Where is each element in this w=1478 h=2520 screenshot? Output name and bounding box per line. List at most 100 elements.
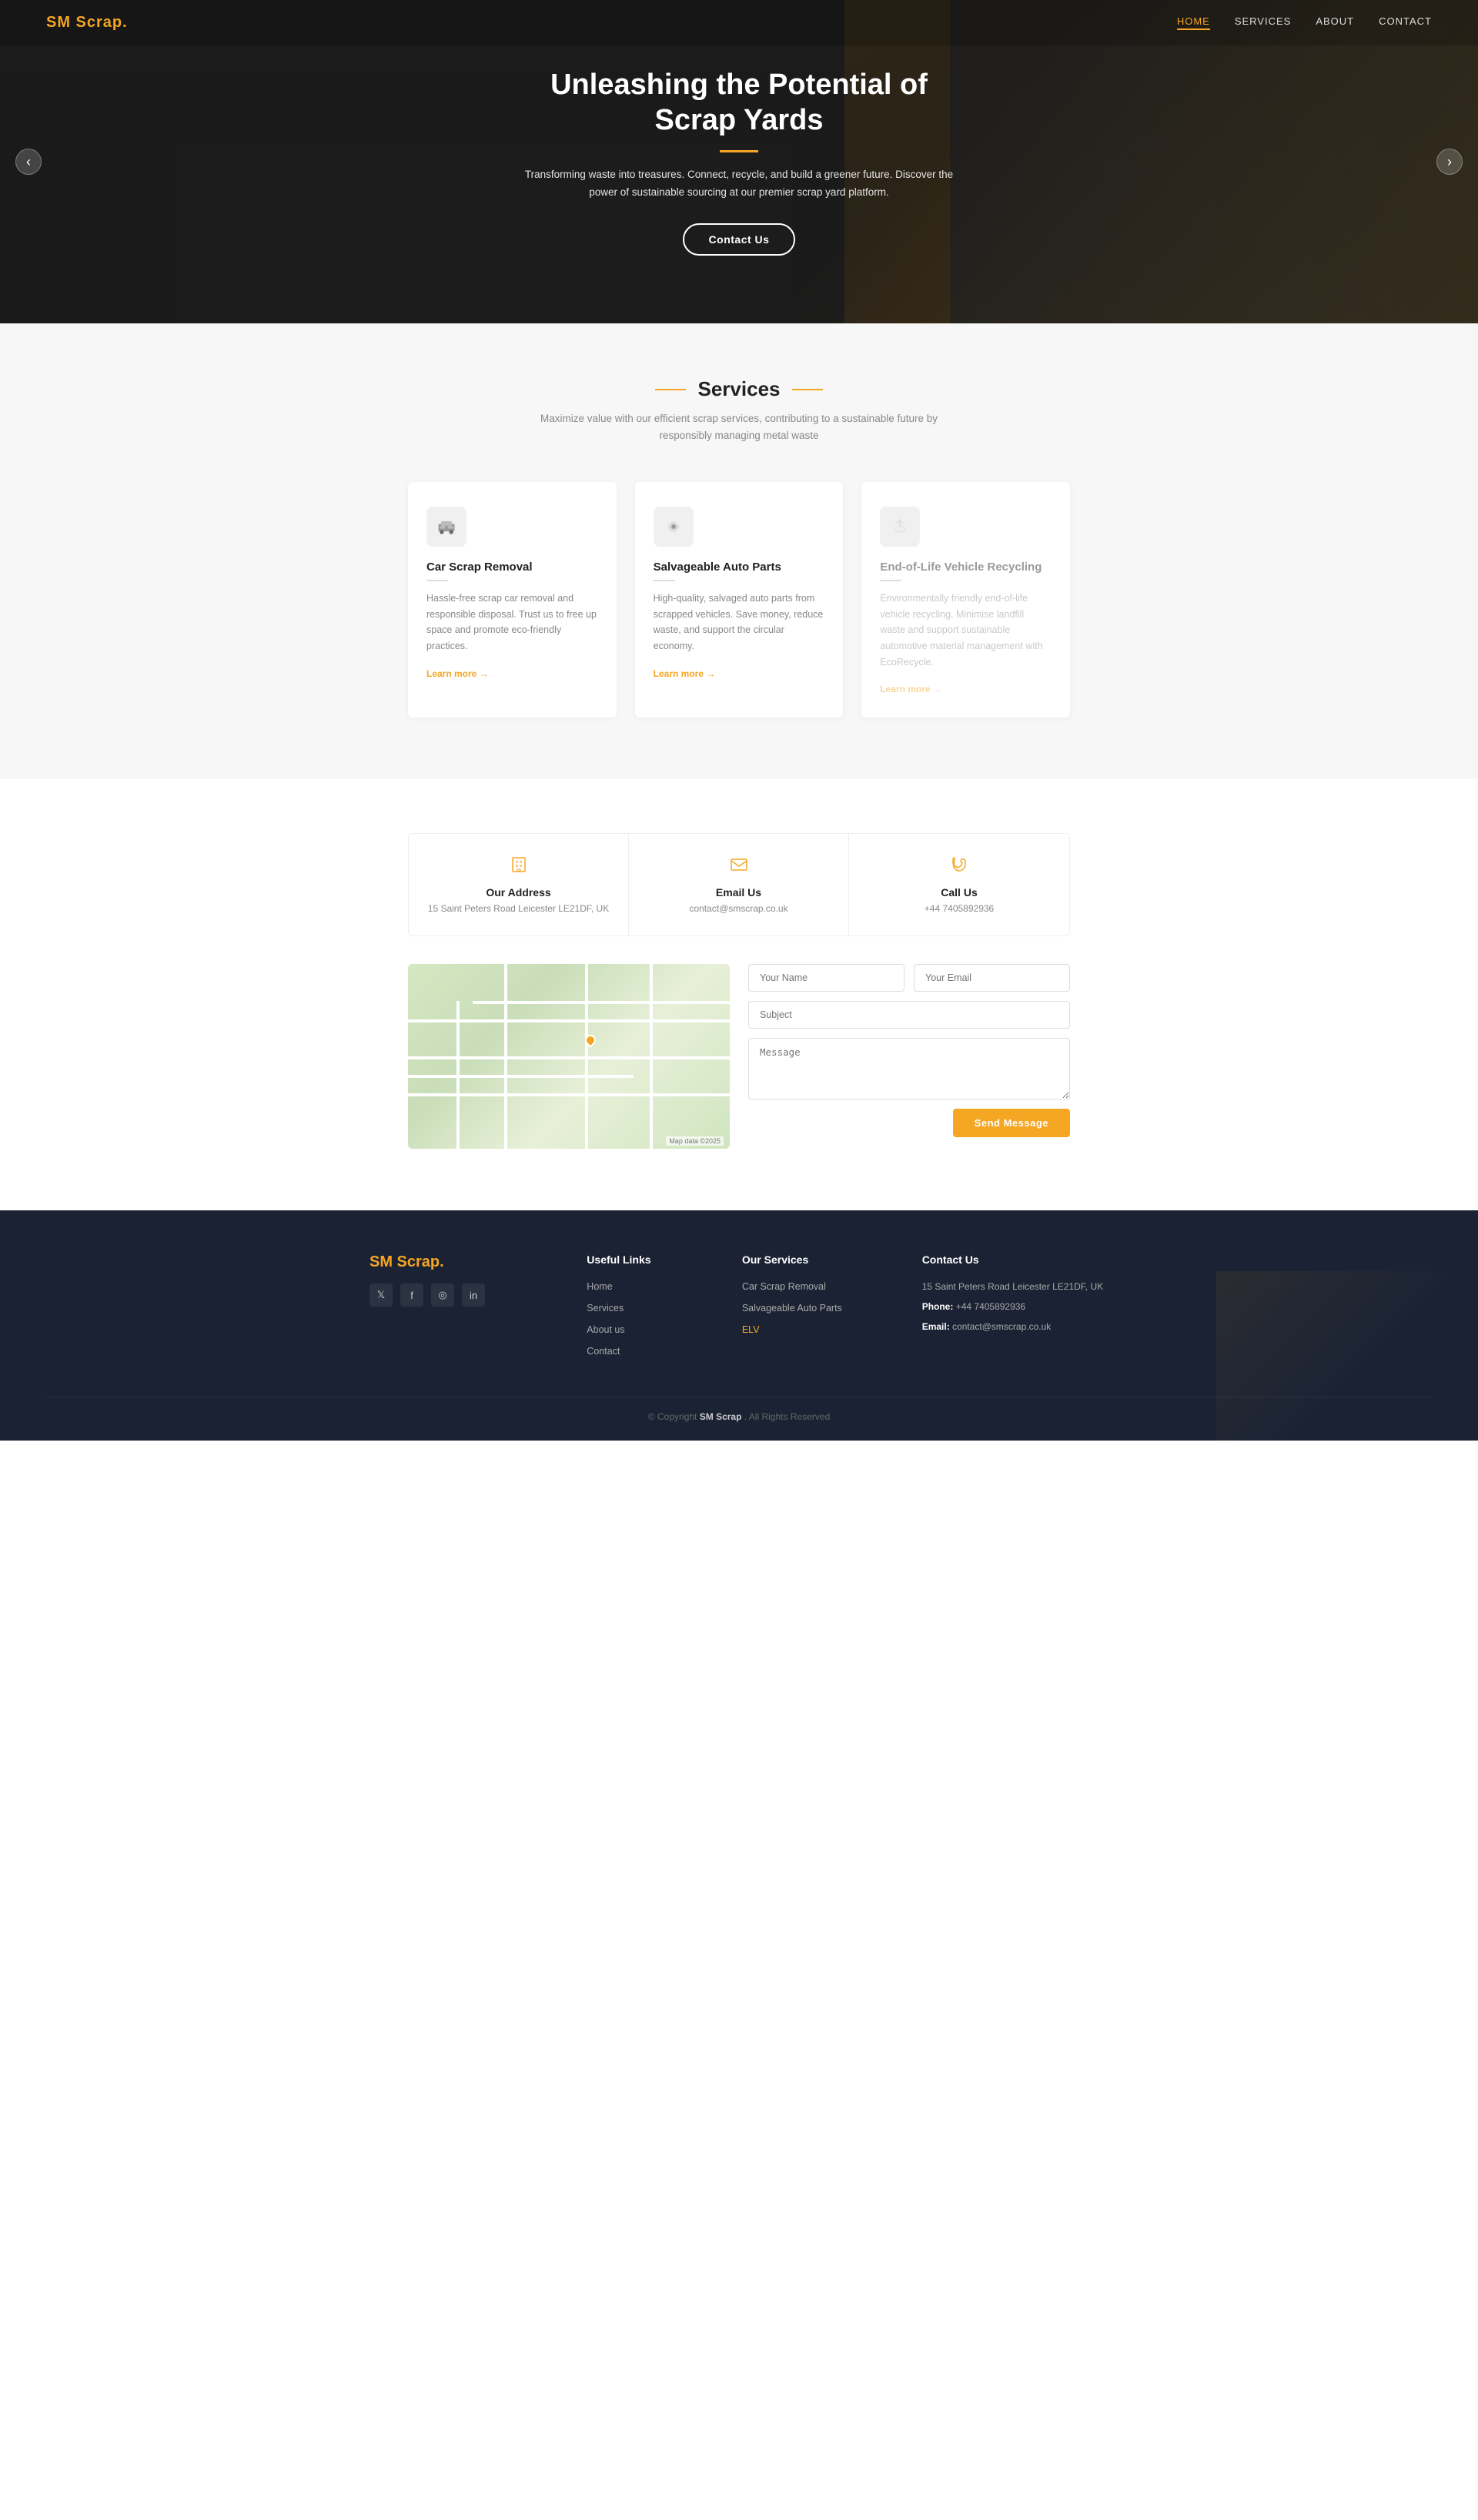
footer-service-auto-parts[interactable]: Salvageable Auto Parts [742, 1303, 842, 1314]
nav-link-contact[interactable]: CONTACT [1379, 15, 1432, 30]
footer-bottom: © Copyright SM Scrap . All Rights Reserv… [46, 1397, 1432, 1422]
contact-main-row: Map data ©2025 Send Message [408, 964, 1070, 1149]
footer-link-contact[interactable]: Contact [587, 1346, 620, 1357]
footer-phone-value: +44 7405892936 [956, 1301, 1025, 1312]
services-subtitle: Maximize value with our efficient scrap … [539, 410, 939, 443]
service-card-desc-1: Hassle-free scrap car removal and respon… [426, 591, 598, 654]
hero-content: Unleashing the Potential of Scrap Yards … [508, 68, 970, 256]
footer: SM Scrap. 𝕏 f ◎ in Useful Links Home Ser… [0, 1210, 1478, 1441]
map-attribution: Map data ©2025 [666, 1136, 724, 1146]
service-card-title-1: Car Scrap Removal [426, 561, 598, 574]
service-learn-more-2[interactable]: Learn more → [654, 668, 716, 679]
footer-copyright: © Copyright [648, 1411, 697, 1422]
footer-email-value: contact@smscrap.co.uk [952, 1321, 1051, 1332]
navbar: SM Scrap. HOME SERVICES ABOUT CONTACT [0, 0, 1478, 45]
service-card-car-scrap: Car Scrap Removal Hassle-free scrap car … [408, 482, 617, 718]
footer-contact-phone: Phone: +44 7405892936 [922, 1300, 1108, 1314]
hero-subtitle: Transforming waste into treasures. Conne… [523, 166, 955, 202]
contact-phone-title: Call Us [864, 886, 1054, 899]
footer-logo-text: SM Scrap. [370, 1253, 444, 1270]
hero-next-button[interactable]: › [1436, 149, 1463, 175]
contact-email-title: Email Us [644, 886, 833, 899]
footer-linkedin-icon[interactable]: in [462, 1283, 485, 1307]
footer-useful-links-col: Useful Links Home Services About us Cont… [587, 1253, 711, 1366]
footer-services-list: Car Scrap Removal Salvageable Auto Parts… [742, 1280, 891, 1337]
footer-phone-label: Phone: [922, 1301, 954, 1312]
service-card-title-2: Salvageable Auto Parts [654, 561, 825, 574]
navbar-logo-text: SM Scrap. [46, 14, 128, 31]
service-card-title-3: End-of-Life Vehicle Recycling [880, 561, 1052, 574]
gear-icon [663, 516, 684, 537]
map-placeholder: Map data ©2025 [408, 964, 730, 1149]
service-icon-gear [654, 507, 694, 547]
footer-copyright-suffix: . All Rights Reserved [744, 1411, 830, 1422]
contact-card-address: Our Address 15 Saint Peters Road Leicest… [409, 834, 629, 935]
footer-services-title: Our Services [742, 1253, 891, 1266]
hero-cta-button[interactable]: Contact Us [683, 223, 796, 256]
contact-info-row: Our Address 15 Saint Peters Road Leicest… [408, 833, 1070, 936]
footer-socials: 𝕏 f ◎ in [370, 1283, 556, 1307]
car-icon [436, 516, 457, 537]
hero-title: Unleashing the Potential of Scrap Yards [523, 68, 955, 138]
footer-contact-address: 15 Saint Peters Road Leicester LE21DF, U… [922, 1280, 1108, 1293]
hero-prev-button[interactable]: ‹ [15, 149, 42, 175]
services-title-line-right [792, 389, 823, 390]
service-icon-recycle [880, 507, 920, 547]
hero-prev-icon: ‹ [26, 154, 31, 170]
footer-logo: SM Scrap. [370, 1253, 556, 1271]
contact-email-input[interactable] [914, 964, 1070, 992]
services-section: Services Maximize value with our efficie… [0, 323, 1478, 779]
footer-twitter-icon[interactable]: 𝕏 [370, 1283, 393, 1307]
contact-phone-value: +44 7405892936 [864, 903, 1054, 914]
contact-address-value: 15 Saint Peters Road Leicester LE21DF, U… [424, 903, 613, 914]
nav-link-about[interactable]: ABOUT [1316, 15, 1354, 30]
service-card-auto-parts: Salvageable Auto Parts High-quality, sal… [635, 482, 844, 718]
footer-service-car-scrap[interactable]: Car Scrap Removal [742, 1281, 826, 1292]
services-title-line-left [655, 389, 686, 390]
footer-link-home[interactable]: Home [587, 1281, 612, 1292]
service-card-desc-2: High-quality, salvaged auto parts from s… [654, 591, 825, 654]
services-title: Services [698, 377, 781, 401]
navbar-logo[interactable]: SM Scrap. [46, 14, 128, 32]
service-icon-car [426, 507, 466, 547]
nav-link-services[interactable]: SERVICES [1235, 15, 1292, 30]
service-card-divider-1 [426, 580, 448, 581]
service-card-divider-3 [880, 580, 901, 581]
contact-card-phone: Call Us +44 7405892936 [849, 834, 1069, 935]
contact-map: Map data ©2025 [408, 964, 730, 1149]
footer-contact-col: Contact Us 15 Saint Peters Road Leiceste… [922, 1253, 1108, 1366]
service-card-desc-3: Environmentally friendly end-of-life veh… [880, 591, 1052, 670]
contact-section: Our Address 15 Saint Peters Road Leicest… [0, 779, 1478, 1210]
recycle-icon [889, 516, 911, 537]
navbar-links: HOME SERVICES ABOUT CONTACT [1177, 15, 1432, 30]
contact-card-email: Email Us contact@smscrap.co.uk [629, 834, 849, 935]
contact-email-value: contact@smscrap.co.uk [644, 903, 833, 914]
contact-submit-button[interactable]: Send Message [953, 1109, 1070, 1137]
footer-instagram-icon[interactable]: ◎ [431, 1283, 454, 1307]
service-learn-more-3[interactable]: Learn more → [880, 684, 942, 694]
contact-address-title: Our Address [424, 886, 613, 899]
contact-name-input[interactable] [748, 964, 905, 992]
contact-message-input[interactable] [748, 1038, 1070, 1099]
footer-copyright-brand: SM Scrap [700, 1411, 742, 1422]
footer-facebook-icon[interactable]: f [400, 1283, 423, 1307]
contact-form: Send Message [748, 964, 1070, 1149]
footer-contact-title: Contact Us [922, 1253, 1108, 1266]
hero-divider [720, 150, 758, 152]
nav-link-home[interactable]: HOME [1177, 15, 1210, 30]
building-icon [424, 855, 613, 878]
email-icon [644, 855, 833, 878]
service-learn-more-1[interactable]: Learn more → [426, 668, 489, 679]
footer-link-about[interactable]: About us [587, 1324, 624, 1335]
service-card-elv: End-of-Life Vehicle Recycling Environmen… [861, 482, 1070, 718]
footer-brand-col: SM Scrap. 𝕏 f ◎ in [370, 1253, 556, 1366]
footer-service-elv[interactable]: ELV [742, 1324, 760, 1335]
footer-useful-links-list: Home Services About us Contact [587, 1280, 711, 1358]
phone-icon [864, 855, 1054, 878]
footer-email-label: Email: [922, 1321, 950, 1332]
footer-link-services[interactable]: Services [587, 1303, 624, 1314]
contact-subject-input[interactable] [748, 1001, 1070, 1029]
hero-next-icon: › [1447, 154, 1452, 170]
service-card-divider-2 [654, 580, 675, 581]
footer-contact-email: Email: contact@smscrap.co.uk [922, 1320, 1108, 1334]
